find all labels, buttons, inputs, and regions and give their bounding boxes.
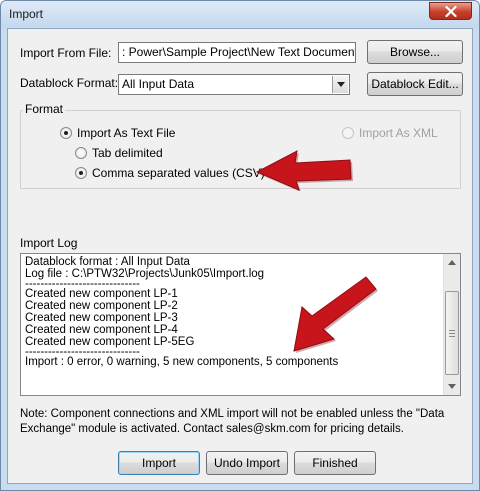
undo-import-button[interactable]: Undo Import xyxy=(206,451,288,475)
red-arrow-icon xyxy=(255,150,353,191)
grip-line xyxy=(449,330,455,331)
import-dialog-window: Import Import From File: : Power\Sample … xyxy=(0,0,480,491)
log-line: Created new component LP-2 xyxy=(25,300,178,312)
format-group-title: Format xyxy=(23,102,66,116)
log-separator: ------------------------------ xyxy=(25,348,140,356)
close-x-icon xyxy=(445,6,457,17)
import-as-text-radio[interactable] xyxy=(60,127,72,139)
datablock-edit-button[interactable]: Datablock Edit... xyxy=(367,72,463,96)
log-line: Created new component LP-3 xyxy=(25,312,178,324)
import-from-file-label: Import From File: xyxy=(20,46,112,60)
data-exchange-note: Note: Component connections and XML impo… xyxy=(20,408,445,435)
red-arrow-icon xyxy=(293,276,378,353)
csv-radio[interactable] xyxy=(75,167,87,179)
import-as-xml-label[interactable]: Import As XML xyxy=(359,126,438,140)
datablock-format-dropdown[interactable]: All Input Data xyxy=(118,74,350,95)
import-log-title: Import Log xyxy=(20,236,78,250)
title-bar[interactable]: Import xyxy=(1,1,479,27)
chevron-down-icon xyxy=(448,384,456,389)
log-line: Datablock format : All Input Data xyxy=(25,256,190,268)
import-as-xml-radio[interactable] xyxy=(342,127,354,139)
import-file-path-field[interactable]: : Power\Sample Project\New Text Document… xyxy=(118,42,356,63)
tab-delimited-label[interactable]: Tab delimited xyxy=(92,146,163,160)
import-log-lines: Datablock format : All Input Data Log fi… xyxy=(25,256,443,368)
datablock-format-value: All Input Data xyxy=(122,77,195,91)
import-button[interactable]: Import xyxy=(118,451,200,475)
import-as-text-label[interactable]: Import As Text File xyxy=(77,126,175,140)
chevron-down-icon xyxy=(337,82,345,87)
scroll-up-button[interactable] xyxy=(444,254,460,271)
dialog-client-area: Import From File: : Power\Sample Project… xyxy=(7,28,473,484)
browse-button[interactable]: Browse... xyxy=(367,40,463,64)
csv-label[interactable]: Comma separated values (CSV) xyxy=(92,166,265,180)
close-button[interactable] xyxy=(429,2,472,20)
log-vertical-scrollbar[interactable] xyxy=(443,254,460,395)
import-log-box[interactable]: Datablock format : All Input Data Log fi… xyxy=(20,253,461,396)
log-separator: ------------------------------ xyxy=(25,280,140,288)
datablock-format-label: Datablock Format: xyxy=(20,76,119,90)
dropdown-button[interactable] xyxy=(332,76,348,93)
window-title: Import xyxy=(9,7,44,21)
log-line: Import : 0 error, 0 warning, 5 new compo… xyxy=(25,356,339,368)
grip-line xyxy=(449,336,455,337)
log-line: Created new component LP-5EG xyxy=(25,336,195,348)
chevron-up-icon xyxy=(448,260,456,265)
finished-button[interactable]: Finished xyxy=(294,451,376,475)
log-line: Created new component LP-1 xyxy=(25,288,178,300)
log-line: Created new component LP-4 xyxy=(25,324,178,336)
grip-line xyxy=(449,333,455,334)
scroll-thumb[interactable] xyxy=(445,291,459,375)
log-line: Log file : C:\PTW32\Projects\Junk05\Impo… xyxy=(25,268,265,280)
tab-delimited-radio[interactable] xyxy=(75,147,87,159)
scroll-down-button[interactable] xyxy=(444,378,460,395)
